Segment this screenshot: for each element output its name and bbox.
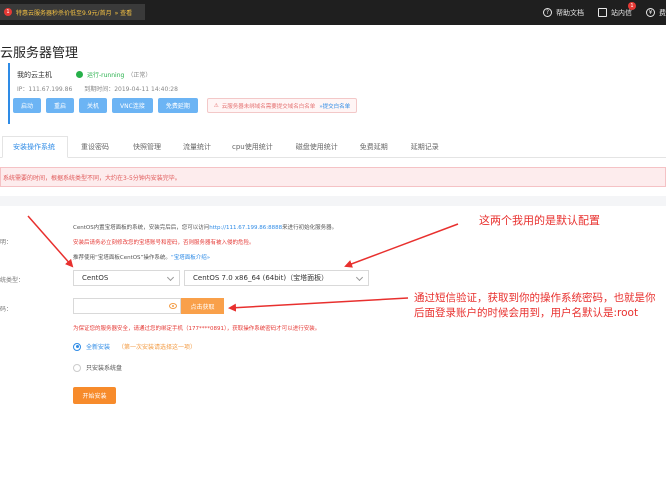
fee-icon: ¥ <box>646 8 655 17</box>
server-expiry: 到期时间：2019-04-11 14:40:28 <box>84 86 178 93</box>
os-type-label: 统类型： <box>0 277 25 284</box>
whitelist-link[interactable]: »提交白名单 <box>319 102 350 110</box>
tab-snapshots[interactable]: 快照管理 <box>133 136 161 158</box>
promo-text: 特惠云服务器秒杀价低至9.9元/首月 <box>16 9 112 17</box>
shutdown-button[interactable]: 关机 <box>79 98 108 113</box>
promo-link[interactable]: » 查看 <box>115 8 133 17</box>
radio-full-note: （第一次安装请选择这一项） <box>118 344 197 351</box>
page-title: 云服务器管理 <box>0 46 79 61</box>
arrow-to-os-version <box>344 223 459 268</box>
chevron-down-icon <box>355 273 364 282</box>
fee-link[interactable]: ¥ 费 <box>646 8 666 18</box>
desc-label: 明： <box>0 239 13 246</box>
desc-line-3-text: 推荐使用“宝塔面板CentOS”操作系统。 <box>73 255 171 261</box>
help-label: 帮助文档 <box>556 8 584 17</box>
server-name: 我的云主机 <box>17 71 52 79</box>
server-meta: IP：111.67.199.86 到期时间：2019-04-11 14:40:2… <box>17 84 178 93</box>
tab-extend-records[interactable]: 延期记录 <box>411 136 439 158</box>
sms-notice: 为保证您的服务器安全，请通过您的绑定手机（177****0891），获取操作系统… <box>73 326 321 332</box>
start-button[interactable]: 启动 <box>13 98 42 113</box>
status-note: （正常） <box>127 72 152 79</box>
radio-full-install[interactable]: 全新安装 （第一次安装请选择这一项） <box>73 342 196 351</box>
install-time-alert: 系统需要的时间，根据系统类型不同，大约在3-5分钟内安装完毕。 <box>0 167 666 187</box>
arrow-to-get-code <box>228 297 409 312</box>
promo-number: 1 <box>4 8 12 16</box>
tab-reset-password[interactable]: 重设密码 <box>81 136 109 158</box>
password-input[interactable] <box>73 298 181 314</box>
radio-selected-icon <box>73 342 81 351</box>
eye-icon[interactable] <box>169 303 177 309</box>
tab-traffic[interactable]: 流量统计 <box>183 136 211 158</box>
server-actions: 启动 重启 关机 VNC连接 免费延期 ⚠ 云服务器未绑域名需要提交域名白名单 … <box>13 98 358 113</box>
desc-line-2: 安装后请务必立刻修改您的宝塔账号和密码，否则服务器有被入侵的危险。 <box>73 240 255 246</box>
password-label: 码： <box>0 306 13 313</box>
arrow-to-os-family <box>27 215 74 268</box>
os-family-value: CentOS <box>82 274 109 282</box>
mail-icon <box>598 8 607 17</box>
radio-system-only-label: 只安装系统盘 <box>86 365 123 372</box>
top-nav: ? 帮助文档 站内信 1 ¥ 费 <box>529 0 666 25</box>
whitelist-tip-text: 云服务器未绑域名需要提交域名白名单 <box>221 103 316 110</box>
promo-banner[interactable]: 1 特惠云服务器秒杀价低至9.9元/首月 » 查看 <box>0 4 145 20</box>
server-card: 我的云主机 运行-running （正常） IP：111.67.199.86 到… <box>8 63 666 124</box>
tab-disk[interactable]: 磁盘使用统计 <box>296 136 338 158</box>
get-code-button[interactable]: 点击获取 <box>181 298 224 314</box>
restart-button[interactable]: 重启 <box>46 98 75 113</box>
whitelist-tip: ⚠ 云服务器未绑域名需要提交域名白名单 »提交白名单 <box>206 98 358 113</box>
card-accent-bar <box>8 63 10 124</box>
top-bar: 1 特惠云服务器秒杀价低至9.9元/首月 » 查看 ? 帮助文档 站内信 1 ¥… <box>0 0 666 25</box>
inbox-link[interactable]: 站内信 1 <box>598 1 636 18</box>
desc-line-3: 推荐使用“宝塔面板CentOS”操作系统。“宝塔面板介绍» <box>73 253 210 261</box>
desc-line-1: CentOS内置宝塔面板的系统，安装完后后，您可以访问http://111.67… <box>73 223 337 231</box>
help-icon: ? <box>543 8 552 17</box>
radio-system-only[interactable]: 只安装系统盘 <box>73 363 122 372</box>
tab-bar: 安装操作系统 重设密码 快照管理 流量统计 cpu使用统计 磁盘使用统计 免费延… <box>0 136 666 158</box>
start-install-button[interactable]: 开始安装 <box>73 387 116 404</box>
help-docs-link[interactable]: ? 帮助文档 <box>543 8 584 18</box>
annotation-sms-line-1: 通过短信验证，获取到你的操作系统密码，也就是你 <box>414 292 656 304</box>
inbox-badge: 1 <box>628 1 636 10</box>
status-text: 运行-running <box>87 72 125 79</box>
panel-url-link[interactable]: http://111.67.199.86:8888 <box>209 225 282 231</box>
desc-line-1-text: CentOS内置宝塔面板的系统，安装完后后，您可以访问 <box>73 225 210 231</box>
os-version-select[interactable]: CentOS 7.0 x86_64 (64bit)（宝塔面板） <box>184 270 369 286</box>
annotation-sms-line-2: 后面登录账户的时候会用到，用户名默认是:root <box>414 307 639 319</box>
free-extend-button[interactable]: 免费延期 <box>157 98 198 113</box>
tab-free-extend[interactable]: 免费延期 <box>360 136 388 158</box>
warning-icon: ⚠ <box>213 102 219 109</box>
status-dot-icon <box>76 71 83 78</box>
fee-label: 费 <box>659 8 666 17</box>
radio-unselected-icon <box>73 363 81 372</box>
server-ip: IP：111.67.199.86 <box>17 86 73 93</box>
section-divider <box>0 196 666 206</box>
radio-full-label: 全新安装 <box>86 344 111 351</box>
os-family-select[interactable]: CentOS <box>73 270 180 286</box>
server-status: 运行-running （正常） <box>76 70 151 79</box>
vnc-button[interactable]: VNC连接 <box>112 98 153 113</box>
os-version-value: CentOS 7.0 x86_64 (64bit)（宝塔面板） <box>193 274 329 282</box>
desc-line-1-tail: 来进行初始化服务器。 <box>282 225 338 231</box>
tab-cpu[interactable]: cpu使用统计 <box>232 136 273 158</box>
annotation-default-config: 这两个我用的是默认配置 <box>479 214 600 227</box>
panel-intro-link[interactable]: “宝塔面板介绍» <box>171 255 210 261</box>
chevron-down-icon <box>166 273 175 282</box>
tab-install-os[interactable]: 安装操作系统 <box>2 136 68 158</box>
